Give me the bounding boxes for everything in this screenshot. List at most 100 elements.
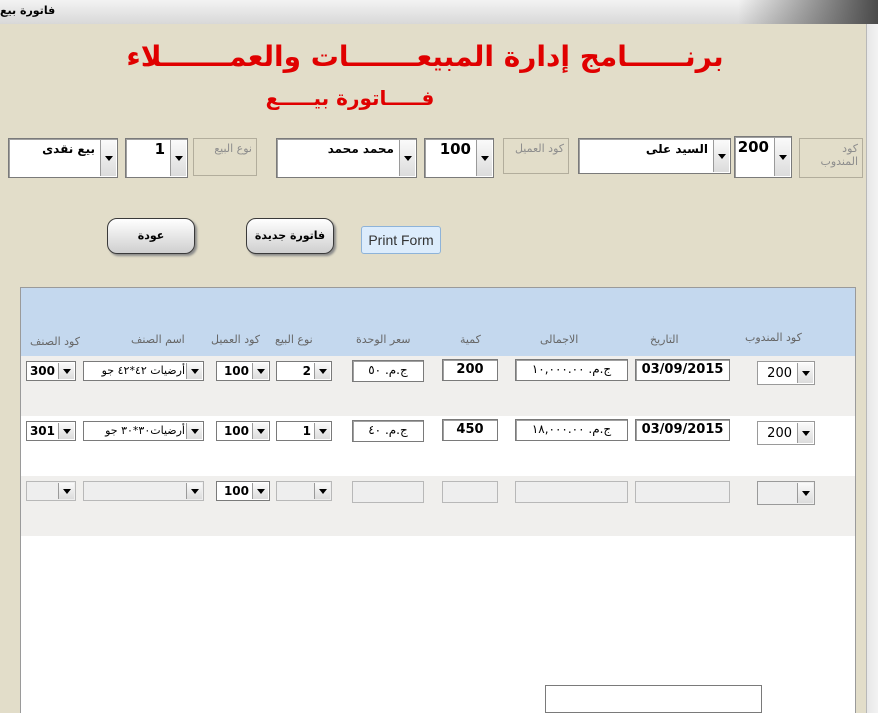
row-item-code-dropdown-button[interactable] <box>58 363 74 379</box>
rep-code-dropdown-button[interactable] <box>774 138 790 176</box>
row-item-code-dropdown-button[interactable] <box>58 483 74 499</box>
sale-type-combo[interactable]: 1 <box>125 138 188 178</box>
col-header-customer-code: كود العميل <box>211 333 261 346</box>
row-unit-price-field[interactable] <box>352 481 424 503</box>
row-sale-type-dropdown-button[interactable] <box>314 423 330 439</box>
row-item-name-combo[interactable]: أرضيات ٤٢*٤٢ جو <box>83 361 204 381</box>
row-item-name-dropdown-button[interactable] <box>186 423 202 439</box>
row-total-field[interactable]: ج.م. ١٨,٠٠٠.٠٠ <box>515 419 628 441</box>
chevron-down-icon <box>801 491 810 496</box>
chevron-down-icon <box>104 156 113 161</box>
row-rep-code-dropdown-button[interactable] <box>797 363 813 383</box>
row-customer-code-combo[interactable]: 100 <box>216 481 270 501</box>
row-item-code-dropdown-button[interactable] <box>58 423 74 439</box>
chevron-down-icon <box>190 489 199 494</box>
chevron-down-icon <box>717 154 726 159</box>
chevron-down-icon <box>403 156 412 161</box>
col-header-item-name: اسم الصنف <box>131 333 185 346</box>
row-unit-price-field[interactable]: ج.م. ٥٠ <box>352 360 424 382</box>
row-date-field[interactable]: 03/09/2015 <box>635 359 730 381</box>
col-header-unit-price: سعر الوحدة <box>356 333 411 346</box>
sale-type-name-dropdown-button[interactable] <box>100 140 116 176</box>
chevron-down-icon <box>256 489 265 494</box>
row-item-code-combo[interactable] <box>26 481 76 501</box>
row-item-name-dropdown-button[interactable] <box>186 483 202 499</box>
row-item-name-combo[interactable] <box>83 481 204 501</box>
col-header-date: التاريخ <box>650 333 679 346</box>
sale-type-value: 1 <box>154 140 165 158</box>
row-customer-code-value: 100 <box>223 364 249 378</box>
print-form-button[interactable]: Print Form <box>361 226 441 254</box>
row-sale-type-value: 2 <box>302 364 311 378</box>
row-unit-price-field[interactable]: ج.م. ٤٠ <box>352 420 424 442</box>
chevron-down-icon <box>480 156 489 161</box>
row-customer-code-value: 100 <box>223 424 249 438</box>
col-header-total: الاجمالى <box>540 333 579 346</box>
row-date-field[interactable] <box>635 481 730 503</box>
sale-type-label: نوع البيع <box>193 138 257 176</box>
row-customer-code-dropdown-button[interactable] <box>252 423 268 439</box>
customer-name-combo[interactable]: محمد محمد <box>276 138 417 178</box>
row-sale-type-combo[interactable]: 1 <box>276 421 332 441</box>
row-sale-type-value: 1 <box>302 424 311 438</box>
sale-type-name-value: بيع نقدى <box>42 142 95 156</box>
row-sale-type-dropdown-button[interactable] <box>314 363 330 379</box>
row-qty-field[interactable]: 200 <box>442 359 498 381</box>
row-qty-field[interactable]: 450 <box>442 419 498 441</box>
chevron-down-icon <box>256 429 265 434</box>
row-item-name-value: أرضيات٣٠*٣٠ جو <box>105 424 185 437</box>
row-sale-type-combo[interactable] <box>276 481 332 501</box>
chevron-down-icon <box>62 489 71 494</box>
row-customer-code-combo[interactable]: 100 <box>216 421 270 441</box>
row-rep-code-combo[interactable] <box>757 481 815 505</box>
row-rep-code-value: 200 <box>767 426 792 441</box>
col-header-sale-type: نوع البيع <box>275 333 313 346</box>
col-header-qty: كمية <box>460 333 481 346</box>
row-item-name-combo[interactable]: أرضيات٣٠*٣٠ جو <box>83 421 204 441</box>
row-total-field[interactable] <box>515 481 628 503</box>
chevron-down-icon <box>190 429 199 434</box>
app-title: برنــــــامج إدارة المبيعـــــــات والعم… <box>126 40 724 73</box>
row-item-code-combo[interactable]: 301 <box>26 421 76 441</box>
chevron-down-icon <box>62 429 71 434</box>
chevron-down-icon <box>318 489 327 494</box>
sale-type-dropdown-button[interactable] <box>170 140 186 176</box>
row-customer-code-dropdown-button[interactable] <box>252 483 268 499</box>
row-item-name-value: أرضيات ٤٢*٤٢ جو <box>101 364 185 377</box>
row-sale-type-combo[interactable]: 2 <box>276 361 332 381</box>
row-rep-code-dropdown-button[interactable] <box>797 423 813 443</box>
col-header-rep-code: كود المندوب <box>745 331 802 344</box>
form-title: فـــــاتورة بيـــــع <box>265 86 435 110</box>
new-invoice-button[interactable]: فاتورة جديدة <box>246 218 334 254</box>
rep-name-value: السيد على <box>645 142 708 156</box>
rep-code-combo[interactable]: 200 <box>734 136 792 178</box>
chevron-down-icon <box>318 429 327 434</box>
row-rep-code-combo[interactable]: 200 <box>757 421 815 445</box>
row-item-code-combo[interactable]: 300 <box>26 361 76 381</box>
row-qty-field[interactable] <box>442 481 498 503</box>
chevron-down-icon <box>801 371 810 376</box>
rep-name-combo[interactable]: السيد على <box>578 138 731 174</box>
back-button[interactable]: عودة <box>107 218 195 254</box>
customer-code-dropdown-button[interactable] <box>476 140 492 176</box>
row-customer-code-dropdown-button[interactable] <box>252 363 268 379</box>
row-rep-code-dropdown-button[interactable] <box>797 483 813 503</box>
row-date-field[interactable]: 03/09/2015 <box>635 419 730 441</box>
customer-name-dropdown-button[interactable] <box>399 140 415 176</box>
customer-code-label: كود العميل <box>503 138 569 174</box>
total-textbox[interactable] <box>545 685 762 713</box>
window-title: فاتورة بيع <box>0 4 56 17</box>
sale-type-name-combo[interactable]: بيع نقدى <box>8 138 118 178</box>
row-customer-code-combo[interactable]: 100 <box>216 361 270 381</box>
row-sale-type-dropdown-button[interactable] <box>314 483 330 499</box>
row-total-field[interactable]: ج.م. ١٠,٠٠٠.٠٠ <box>515 359 628 381</box>
row-item-name-dropdown-button[interactable] <box>186 363 202 379</box>
row-rep-code-combo[interactable]: 200 <box>757 361 815 385</box>
vertical-scrollbar[interactable] <box>866 24 878 713</box>
customer-name-value: محمد محمد <box>327 142 394 156</box>
window-titlebar: فاتورة بيع <box>0 0 878 25</box>
rep-code-value: 200 <box>737 138 769 156</box>
rep-name-dropdown-button[interactable] <box>713 140 729 172</box>
customer-code-combo[interactable]: 100 <box>424 138 494 178</box>
chevron-down-icon <box>174 156 183 161</box>
